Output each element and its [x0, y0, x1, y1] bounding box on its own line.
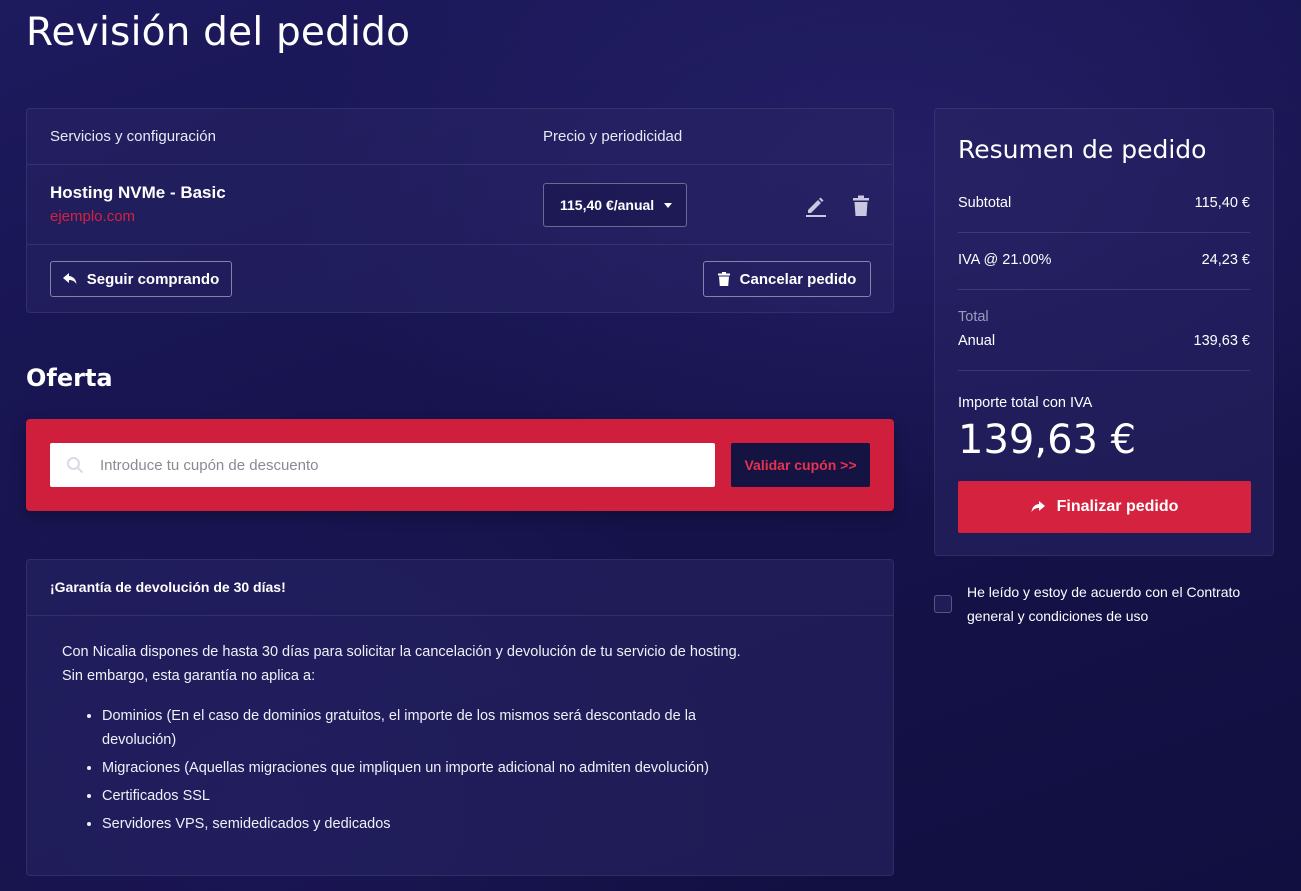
edit-icon[interactable] [805, 195, 827, 217]
subtotal-value: 115,40 € [1194, 195, 1250, 211]
coupon-panel: Validar cupón >> [26, 419, 894, 511]
list-item: Migraciones (Aquellas migraciones que im… [102, 756, 762, 780]
cancel-order-button[interactable]: Cancelar pedido [703, 261, 871, 297]
order-summary-card: Resumen de pedido Subtotal 115,40 € IVA … [934, 108, 1274, 556]
subtotal-label: Subtotal [958, 195, 1012, 211]
total-label: Total [958, 309, 989, 325]
divider [958, 370, 1250, 371]
list-item: Certificados SSL [102, 784, 762, 808]
annual-label: Anual [958, 333, 996, 349]
guarantee-title: ¡Garantía de devolución de 30 días! [27, 560, 893, 616]
vat-row: IVA @ 21.00% 24,23 € [958, 252, 1250, 268]
trash-icon [717, 272, 730, 286]
guarantee-exclusions-list: Dominios (En el caso de dominios gratuit… [62, 704, 762, 836]
coupon-field-wrapper [50, 443, 715, 487]
total-with-vat-amount: 139,63 € [958, 417, 1137, 463]
reply-arrow-icon [62, 273, 77, 284]
continue-shopping-button[interactable]: Seguir comprando [50, 261, 232, 297]
finish-order-button[interactable]: Finalizar pedido [958, 481, 1251, 533]
guarantee-body: Con Nicalia dispones de hasta 30 días pa… [62, 640, 762, 840]
subtotal-row: Subtotal 115,40 € [958, 195, 1250, 211]
share-arrow-icon [1031, 501, 1045, 512]
guarantee-text-line: Sin embargo, esta garantía no aplica a: [62, 668, 316, 684]
finish-order-label: Finalizar pedido [1056, 498, 1179, 515]
terms-checkbox[interactable] [934, 595, 952, 613]
order-table-header: Servicios y configuración Precio y perio… [27, 109, 893, 165]
column-header-price: Precio y periodicidad [543, 128, 683, 145]
list-item: Servidores VPS, semidedicados y dedicado… [102, 812, 762, 836]
guarantee-card: ¡Garantía de devolución de 30 días! Con … [26, 559, 894, 876]
list-item: Dominios (En el caso de dominios gratuit… [102, 704, 722, 752]
search-icon [67, 457, 84, 474]
product-domain: ejemplo.com [50, 208, 136, 225]
divider [958, 289, 1250, 290]
cancel-order-label: Cancelar pedido [739, 270, 857, 288]
validate-coupon-button[interactable]: Validar cupón >> [731, 443, 870, 487]
order-item-row: Hosting NVMe - Basic ejemplo.com 115,40 … [27, 165, 893, 245]
annual-value: 139,63 € [1193, 333, 1250, 349]
total-with-vat-label: Importe total con IVA [958, 395, 1093, 411]
billing-period-select[interactable]: 115,40 €/anual [543, 183, 687, 227]
trash-icon[interactable] [851, 195, 871, 217]
column-header-services: Servicios y configuración [50, 128, 216, 145]
vat-label: IVA @ 21.00% [958, 252, 1052, 268]
divider [958, 232, 1250, 233]
chevron-down-icon [664, 202, 673, 208]
offer-title: Oferta [26, 364, 113, 392]
page-title: Revisión del pedido [26, 10, 411, 55]
order-card: Servicios y configuración Precio y perio… [26, 108, 894, 313]
terms-label[interactable]: He leído y estoy de acuerdo con el Contr… [967, 580, 1257, 628]
guarantee-text-line: Con Nicalia dispones de hasta 30 días pa… [62, 644, 741, 660]
product-name: Hosting NVMe - Basic [50, 183, 226, 202]
billing-period-value: 115,40 €/anual [560, 197, 655, 213]
summary-title: Resumen de pedido [958, 135, 1207, 164]
annual-total-row: Anual 139,63 € [958, 333, 1250, 349]
coupon-input[interactable] [100, 456, 700, 474]
vat-value: 24,23 € [1201, 252, 1250, 268]
continue-shopping-label: Seguir comprando [86, 270, 220, 288]
